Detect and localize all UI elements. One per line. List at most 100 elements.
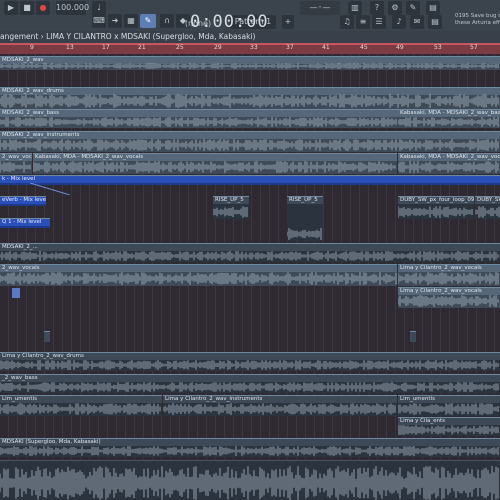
keyboard-icon[interactable]: ⌨: [92, 14, 106, 28]
clip-label: _2_wav_bass: [0, 375, 500, 382]
small-clip-marker[interactable]: [12, 288, 20, 298]
waveform: [213, 206, 248, 218]
audio-clip[interactable]: _2_wav_bass: [0, 374, 500, 393]
waveform: [33, 161, 396, 173]
automation-line: [30, 183, 70, 195]
waveform: [0, 117, 397, 127]
bar-number: 57: [470, 44, 478, 51]
clip-label: Lim_umentis: [398, 396, 500, 403]
clip-label: Kabasaki, MDA - MDSAKI_2_wav_bass: [398, 110, 500, 117]
playlist-area[interactable]: MDSAKI_2_wav MDSAKI_2_wav_drums MDSAKI_2…: [0, 54, 500, 500]
waveform: [0, 360, 499, 370]
audio-clip[interactable]: Kabasaki, MDA - MDSAKI_2_wav_vocals: [33, 153, 397, 174]
waveform: [0, 161, 31, 173]
bar-number: 17: [102, 44, 110, 51]
mixer-icon[interactable]: ≡: [356, 15, 370, 29]
audio-clip[interactable]: MDSAKI_2_wav_instruments: [0, 131, 500, 152]
hint-line: these Arturia effe: [455, 20, 500, 26]
waveform: [398, 272, 499, 285]
clip-label: RISE_UP_5: [213, 197, 249, 204]
piano-roll-icon[interactable]: ♫: [340, 15, 354, 29]
audio-clip[interactable]: RISE_UP_5: [287, 196, 323, 241]
audio-clip[interactable]: MDSAKI_2_wav: [0, 56, 500, 70]
waveform: [0, 446, 499, 456]
waveform: [0, 272, 397, 285]
audio-clip[interactable]: Kabasaki, MDA - MDSAKI_2_wav_vocals: [398, 153, 500, 174]
automation-clip[interactable]: k - Mix level: [0, 175, 500, 185]
waveform: [0, 251, 499, 261]
clip-label: DUBY_SW: [475, 197, 500, 204]
audio-clip[interactable]: Lima y Cilantro_2_wav_drums: [0, 352, 500, 371]
bar-number: 41: [322, 44, 330, 51]
hint-line: 0195 Save bug re: [455, 13, 500, 19]
audio-clip[interactable]: RISE_UP_5: [213, 196, 249, 219]
bar-number: 21: [138, 44, 146, 51]
bar-number: 13: [66, 44, 74, 51]
clip-label: 2_wav_vocals: [0, 154, 32, 161]
audio-clip[interactable]: MDSAKI_2_wav_bass: [0, 109, 398, 128]
bar-number: 37: [286, 44, 294, 51]
small-clip-marker[interactable]: [44, 331, 50, 342]
plugin-icon[interactable]: ♪: [392, 15, 406, 29]
waveform: [398, 295, 499, 307]
audio-clip[interactable]: MDSAKI_2_...: [0, 243, 500, 262]
automation-clip[interactable]: Q 1 - Mix level: [0, 218, 50, 228]
stats-icon[interactable]: ▤: [428, 15, 442, 29]
clip-label: k - Mix level: [0, 176, 500, 183]
audio-clip[interactable]: Lima y Cila_ents: [398, 417, 500, 436]
audio-clip[interactable]: Lima y Cilantro_2_wav_vocals: [398, 287, 500, 308]
arrow-right-icon[interactable]: ➜: [108, 14, 122, 28]
waveform: [398, 206, 473, 218]
waveform: [398, 117, 499, 127]
clip-label: MDSAKI_2_wav_bass: [0, 110, 398, 117]
automation-clip[interactable]: eVerb - Mix level: [0, 196, 46, 206]
audio-clip[interactable]: 2_wav_vocals: [0, 264, 397, 286]
clip-label: Kabasaki, MDA - MDSAKI_2_wav_vocals: [33, 154, 397, 161]
add-pattern-icon[interactable]: +: [282, 15, 294, 29]
waveform: [0, 382, 499, 392]
clip-label: DUBY_SW_px_four_loop_09: [398, 197, 474, 204]
chat-icon[interactable]: ✉: [410, 15, 424, 29]
clip-label: Kabasaki, MDA - MDSAKI_2_wav_vocals: [398, 154, 500, 161]
clip-label: Q 1 - Mix level: [0, 219, 50, 226]
clip-label: 2_wav_vocals: [0, 265, 397, 272]
magnet-icon[interactable]: ∩: [160, 14, 174, 28]
waveform: [0, 466, 499, 500]
clip-label: Lim_umentis: [0, 396, 162, 403]
waveform: [0, 63, 499, 69]
clip-label: Lima y Cilantro_2_wav_drums: [0, 353, 500, 360]
audio-clip[interactable]: Kabasaki, MDA - MDSAKI_2_wav_bass: [398, 109, 500, 128]
audio-clip[interactable]: [0, 460, 500, 500]
audio-clip[interactable]: 2_wav_vocals: [0, 153, 32, 174]
audio-clip[interactable]: MDSAKI_2_wav_drums: [0, 87, 500, 109]
timeline-ruler[interactable]: 9 13 17 21 25 29 33 37 41 45 49 53 57: [0, 43, 500, 54]
clip-label: MDSAKI (Supergloo, Mda, Kabasaki): [0, 439, 500, 446]
channel-rack-icon[interactable]: ☰: [372, 15, 386, 29]
audio-clip[interactable]: DUBY_SW: [475, 196, 500, 219]
audio-clip[interactable]: DUBY_SW_px_four_loop_09: [398, 196, 474, 219]
audio-clip[interactable]: Lima y Cilantro_2_wav_vocals: [398, 264, 500, 286]
audio-clip[interactable]: Lima y Cilantro_2_wav_instruments: [163, 395, 397, 416]
bar-number: 45: [360, 44, 368, 51]
waveform: [398, 403, 499, 415]
clip-label: Lima y Cilantro_2_wav_instruments: [163, 396, 397, 403]
clip-label: Lima y Cilantro_2_wav_vocals: [398, 288, 500, 295]
clip-label: MDSAKI_2_wav_instruments: [0, 132, 500, 139]
audio-clip[interactable]: MDSAKI (Supergloo, Mda, Kabasaki): [0, 438, 500, 457]
waveform: [287, 228, 322, 240]
bar-number: 9: [30, 44, 34, 51]
playlist-title-bar: angement › LIMA Y CILANTRO x MDSAKI (Sup…: [0, 31, 500, 43]
playlist-title: angement › LIMA Y CILANTRO x MDSAKI (Sup…: [0, 32, 256, 41]
draw-tool-icon[interactable]: ✎: [140, 14, 156, 28]
time-display: 0:00:00: [190, 12, 269, 32]
grid-icon[interactable]: ▦: [124, 14, 138, 28]
audio-clip[interactable]: Lim_umentis: [398, 395, 500, 416]
audio-clip[interactable]: Lim_umentis: [0, 395, 162, 416]
bar-number: 53: [434, 44, 442, 51]
waveform: [0, 139, 499, 151]
clip-label: MDSAKI_2_...: [0, 244, 500, 251]
bar-number: 25: [176, 44, 184, 51]
clip-label: Lima y Cilantro_2_wav_vocals: [398, 265, 500, 272]
small-clip-marker[interactable]: [410, 331, 416, 342]
waveform: [398, 161, 499, 173]
